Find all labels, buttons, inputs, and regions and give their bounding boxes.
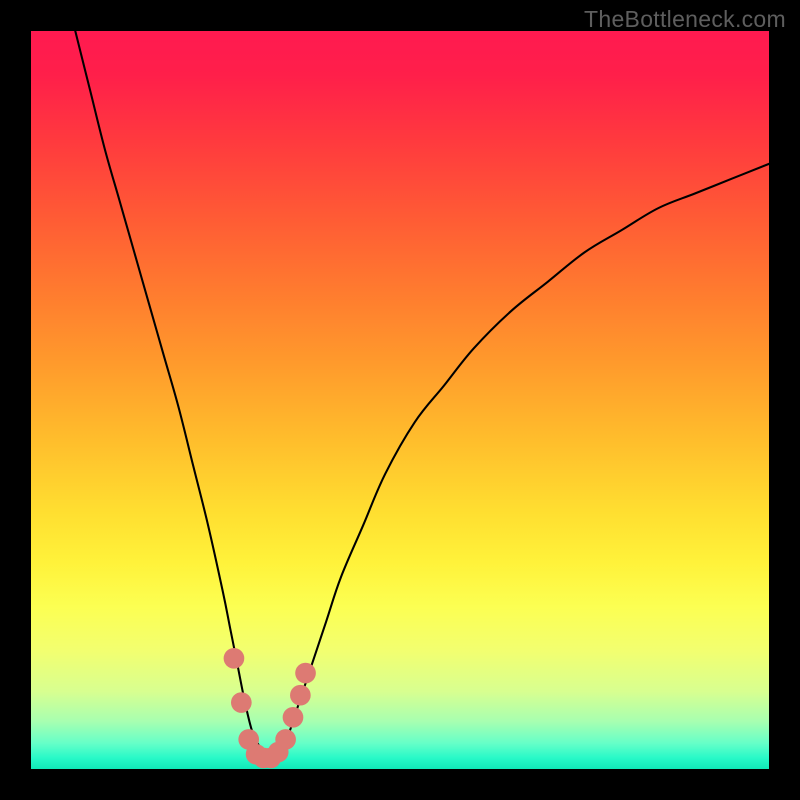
- highlight-point: [290, 685, 311, 706]
- highlight-point: [295, 663, 316, 684]
- plot-area: [31, 31, 769, 769]
- gradient-background: [31, 31, 769, 769]
- highlight-point: [275, 729, 296, 750]
- highlight-point: [224, 648, 245, 669]
- highlight-point: [283, 707, 304, 728]
- watermark-text: TheBottleneck.com: [584, 6, 786, 33]
- highlight-point: [231, 692, 252, 713]
- chart-frame: TheBottleneck.com: [0, 0, 800, 800]
- plot-svg: [31, 31, 769, 769]
